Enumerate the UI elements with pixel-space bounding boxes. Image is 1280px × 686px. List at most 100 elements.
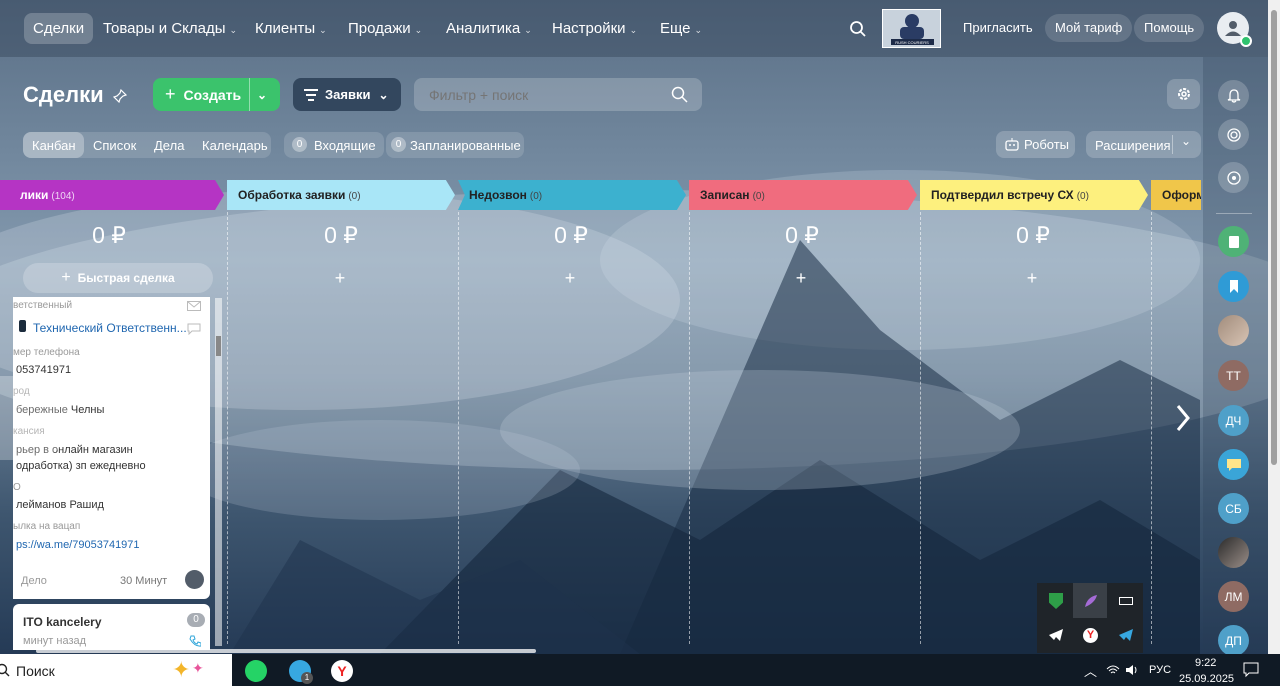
planned-counter[interactable]: 0 Запланированные (386, 132, 524, 158)
nav-products-warehouses[interactable]: Товары и Склады ⌄ (94, 13, 246, 44)
chevron-down-icon: ⌄ (524, 25, 532, 35)
telegram-icon[interactable] (1118, 628, 1134, 642)
taskbar-search[interactable]: Поиск ✦ ✦ (0, 654, 232, 686)
mail-icon[interactable] (187, 301, 201, 311)
tab-tasks[interactable]: Дела (154, 138, 184, 153)
column-header-1[interactable]: лики (104) (0, 180, 224, 210)
scrollbar-thumb[interactable] (216, 336, 221, 356)
chat-button[interactable] (1218, 449, 1249, 480)
invite-button[interactable]: Пригласить (953, 14, 1043, 42)
extensions-button[interactable]: Расширения ⌄ (1086, 131, 1201, 158)
tab-calendar[interactable]: Календарь (202, 138, 268, 153)
phone-icon[interactable] (189, 635, 201, 647)
chevron-down-icon[interactable]: ⌄ (257, 88, 267, 102)
avatar[interactable]: СБ (1218, 493, 1249, 524)
tab-list[interactable]: Список (93, 138, 136, 153)
search-icon[interactable] (849, 20, 867, 38)
task-label[interactable]: Дело (21, 575, 47, 587)
yandex-browser-icon[interactable]: Y (331, 660, 353, 682)
responsible-link[interactable]: Технический Ответственн... (33, 321, 187, 335)
create-button[interactable]: + Создать ⌄ (153, 78, 280, 111)
battery-icon[interactable] (1119, 597, 1133, 605)
search-filter-field[interactable] (414, 78, 702, 111)
notes-button[interactable] (1218, 226, 1249, 257)
robots-button[interactable]: Роботы (996, 131, 1075, 158)
column-header-2[interactable]: Обработка заявки (0) (227, 180, 455, 210)
column-header-5[interactable]: Подтвердил встречу СХ (0) (920, 180, 1148, 210)
nav-deals[interactable]: Сделки (24, 13, 94, 44)
user-avatar[interactable] (1217, 12, 1252, 47)
requests-filter-button[interactable]: Заявки ⌄ (293, 78, 401, 111)
nav-clients[interactable]: Клиенты ⌄ (246, 13, 336, 44)
add-deal-button[interactable]: + (791, 268, 811, 289)
nav-sales[interactable]: Продажи ⌄ (339, 13, 431, 44)
incoming-count-badge: 0 (292, 137, 307, 152)
notification-center-icon[interactable] (1243, 662, 1259, 678)
nav-analytics[interactable]: Аналитика ⌄ (437, 13, 541, 44)
sparkle-icon: ✦ (192, 660, 204, 676)
field-label: мер телефона (13, 347, 80, 358)
funnel-icon (304, 88, 318, 101)
settings-button[interactable] (1167, 79, 1200, 109)
chat-icon[interactable] (187, 323, 201, 335)
nav-settings[interactable]: Настройки ⌄ (543, 13, 646, 44)
column-header-4[interactable]: Записан (0) (689, 180, 917, 210)
language-indicator[interactable]: РУС (1149, 664, 1171, 676)
help-button[interactable]: Помощь (1134, 14, 1205, 42)
chevron-down-icon[interactable]: ⌄ (1181, 134, 1191, 148)
avatar[interactable] (1218, 537, 1249, 568)
column-sum-5: 0 ₽ (1016, 222, 1050, 248)
clock-date[interactable]: 25.09.2025 (1179, 673, 1234, 685)
column-header-6[interactable]: Оформ (1151, 180, 1201, 210)
deal-card[interactable]: ITO kancelery 0 минут назад (13, 604, 210, 650)
nav-more[interactable]: Еще ⌄ (651, 13, 711, 44)
scroll-right-button[interactable] (1168, 388, 1208, 448)
tab-kanban[interactable]: Канбан (32, 138, 76, 153)
whatsapp-icon[interactable] (245, 660, 267, 682)
chevron-down-icon: ⌄ (319, 25, 327, 35)
scrollbar-thumb[interactable] (1271, 10, 1277, 465)
search-chat-button[interactable] (1218, 162, 1249, 193)
bell-icon (1227, 89, 1240, 103)
shield-icon[interactable] (1049, 593, 1063, 609)
bookmark-icon (1229, 280, 1238, 293)
plus-icon: + (165, 84, 176, 104)
avatar[interactable]: ДЧ (1218, 405, 1249, 436)
scrollbar[interactable] (215, 298, 222, 646)
whatsapp-link[interactable]: ps://wa.me/79053741971 (16, 539, 140, 551)
avatar[interactable]: ДП (1218, 625, 1249, 656)
search-input[interactable] (414, 78, 664, 111)
activity-button[interactable] (1218, 119, 1249, 150)
deal-title[interactable]: ITO kancelery (23, 615, 102, 629)
user-icon (19, 320, 26, 332)
avatar[interactable] (185, 570, 204, 589)
add-deal-button[interactable]: + (560, 268, 580, 289)
column-header-3[interactable]: Недозвон (0) (458, 180, 686, 210)
wifi-icon[interactable] (1106, 664, 1120, 676)
avatar[interactable]: ЛМ (1218, 581, 1249, 612)
horizontal-scrollbar[interactable] (36, 649, 536, 653)
bookmarks-button[interactable] (1218, 271, 1249, 302)
window-scrollbar[interactable] (1268, 0, 1280, 654)
plus-icon: + (61, 269, 71, 286)
feather-icon[interactable] (1083, 593, 1099, 609)
quick-deal-button[interactable]: + Быстрая сделка (23, 263, 213, 293)
speaker-icon[interactable] (1125, 664, 1139, 676)
avatar[interactable] (1218, 315, 1249, 346)
chevron-up-icon[interactable]: ︿ (1084, 661, 1097, 680)
pin-icon[interactable] (113, 89, 127, 103)
add-deal-button[interactable]: + (330, 268, 350, 289)
search-icon[interactable] (671, 86, 688, 103)
avatar[interactable]: ТТ (1218, 360, 1249, 391)
phone-value: 053741971 (16, 364, 72, 376)
company-logo[interactable]: RUSH COURIERS (882, 9, 941, 48)
clock-time[interactable]: 9:22 (1195, 657, 1216, 669)
sparkle-icon[interactable]: ✦ (172, 657, 190, 683)
add-deal-button[interactable]: + (1022, 268, 1042, 289)
incoming-counter[interactable]: 0 Входящие (284, 132, 384, 158)
notifications-button[interactable] (1218, 80, 1249, 111)
yandex-icon[interactable]: Y (1083, 628, 1098, 643)
telegram-icon[interactable]: 1 (289, 660, 313, 684)
telegram-icon[interactable] (1048, 628, 1064, 642)
my-tariff-button[interactable]: Мой тариф (1045, 14, 1133, 42)
